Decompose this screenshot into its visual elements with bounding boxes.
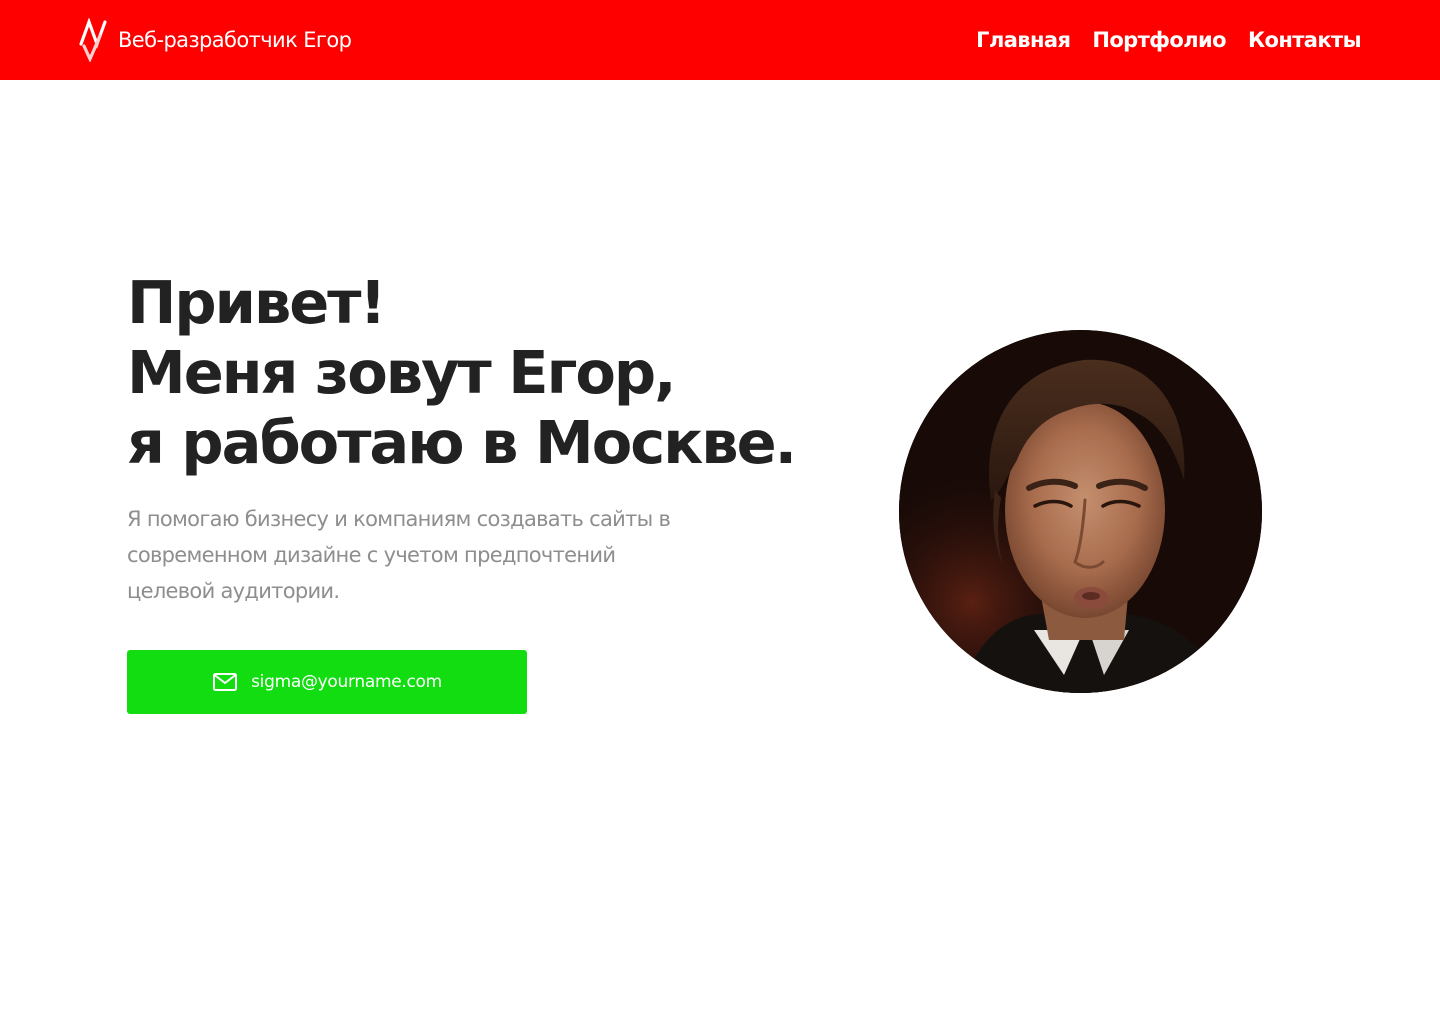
- nav-link-home[interactable]: Главная: [976, 28, 1071, 52]
- site-header: Веб-разработчик Егор Главная Портфолио К…: [0, 0, 1440, 80]
- brand-link[interactable]: Веб-разработчик Егор: [78, 18, 352, 62]
- nav-link-portfolio[interactable]: Портфолио: [1092, 28, 1226, 52]
- pulse-logo-icon: [78, 18, 108, 62]
- hero-description-line: современном дизайне с учетом предпочтени…: [127, 543, 616, 567]
- nav-link-contacts[interactable]: Контакты: [1248, 28, 1362, 52]
- email-label: sigma@yourname.com: [251, 672, 442, 692]
- main-nav: Главная Портфолио Контакты: [976, 0, 1361, 80]
- hero-description: Я помогаю бизнесу и компаниям создавать …: [127, 501, 747, 609]
- hero-title-line: я работаю в Москве.: [127, 408, 797, 477]
- hero-title-line: Меня зовут Егор,: [127, 338, 677, 407]
- hero-title-line: Привет!: [127, 268, 386, 337]
- hero-description-line: целевой аудитории.: [127, 579, 340, 603]
- hero-description-line: Я помогаю бизнесу и компаниям создавать …: [127, 507, 671, 531]
- portrait-photo: [899, 330, 1262, 693]
- brand-name: Веб-разработчик Егор: [118, 28, 352, 52]
- mail-icon: [212, 671, 238, 693]
- email-button[interactable]: sigma@yourname.com: [127, 650, 527, 714]
- hero-title: Привет! Меня зовут Егор, я работаю в Мос…: [127, 268, 827, 478]
